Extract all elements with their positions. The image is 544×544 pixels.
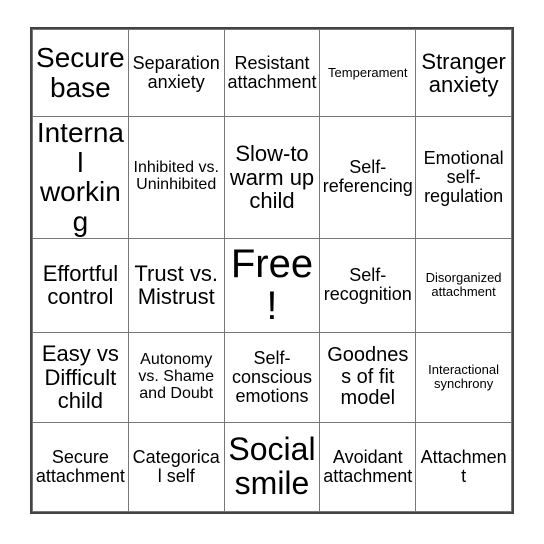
bingo-cell-0-2[interactable]: Resistant attachment bbox=[223, 29, 321, 117]
bingo-cell-4-1[interactable]: Categorical self bbox=[127, 421, 225, 513]
bingo-cell-2-0[interactable]: Effortful control bbox=[32, 237, 129, 333]
bingo-row: Effortful control Trust vs. Mistrust Fre… bbox=[32, 237, 512, 333]
bingo-cell-0-4[interactable]: Stranger anxiety bbox=[415, 29, 512, 117]
bingo-row: Secure base Separation anxiety Resistant… bbox=[32, 29, 512, 117]
bingo-cell-0-0[interactable]: Secure base bbox=[32, 29, 129, 117]
bingo-cell-3-3[interactable]: Goodness of fit model bbox=[319, 331, 417, 423]
bingo-cell-4-2[interactable]: Social smile bbox=[223, 421, 321, 513]
bingo-grid: Secure base Separation anxiety Resistant… bbox=[32, 29, 512, 513]
bingo-cell-4-0[interactable]: Secure attachment bbox=[32, 421, 129, 513]
bingo-cell-3-2[interactable]: Self-conscious emotions bbox=[223, 331, 321, 423]
bingo-cell-4-4[interactable]: Attachment bbox=[415, 421, 512, 513]
bingo-cell-3-0[interactable]: Easy vs Difficult child bbox=[32, 331, 129, 423]
bingo-cell-2-4[interactable]: Disorganized attachment bbox=[415, 237, 512, 333]
bingo-cell-free-space[interactable]: Free! bbox=[223, 237, 321, 333]
bingo-cell-0-1[interactable]: Separation anxiety bbox=[127, 29, 225, 117]
bingo-cell-4-3[interactable]: Avoidant attachment bbox=[319, 421, 417, 513]
bingo-cell-1-2[interactable]: Slow-to warm up child bbox=[223, 116, 321, 239]
bingo-row: Internal working Inhibited vs. Uninhibit… bbox=[32, 116, 512, 239]
bingo-cell-1-1[interactable]: Inhibited vs. Uninhibited bbox=[127, 116, 225, 239]
bingo-row: Secure attachment Categorical self Socia… bbox=[32, 421, 512, 513]
bingo-grid-body: Secure base Separation anxiety Resistant… bbox=[32, 29, 512, 513]
bingo-cell-1-4[interactable]: Emotional self-regulation bbox=[415, 116, 512, 239]
bingo-cell-0-3[interactable]: Temperament bbox=[319, 29, 417, 117]
bingo-cell-3-1[interactable]: Autonomy vs. Shame and Doubt bbox=[127, 331, 225, 423]
bingo-cell-3-4[interactable]: Interactional synchrony bbox=[415, 331, 512, 423]
bingo-card: Secure base Separation anxiety Resistant… bbox=[30, 27, 514, 514]
bingo-row: Easy vs Difficult child Autonomy vs. Sha… bbox=[32, 331, 512, 423]
bingo-cell-2-3[interactable]: Self-recognition bbox=[319, 237, 417, 333]
bingo-cell-2-1[interactable]: Trust vs. Mistrust bbox=[127, 237, 225, 333]
bingo-cell-1-0[interactable]: Internal working bbox=[32, 116, 129, 239]
bingo-cell-1-3[interactable]: Self-referencing bbox=[319, 116, 417, 239]
